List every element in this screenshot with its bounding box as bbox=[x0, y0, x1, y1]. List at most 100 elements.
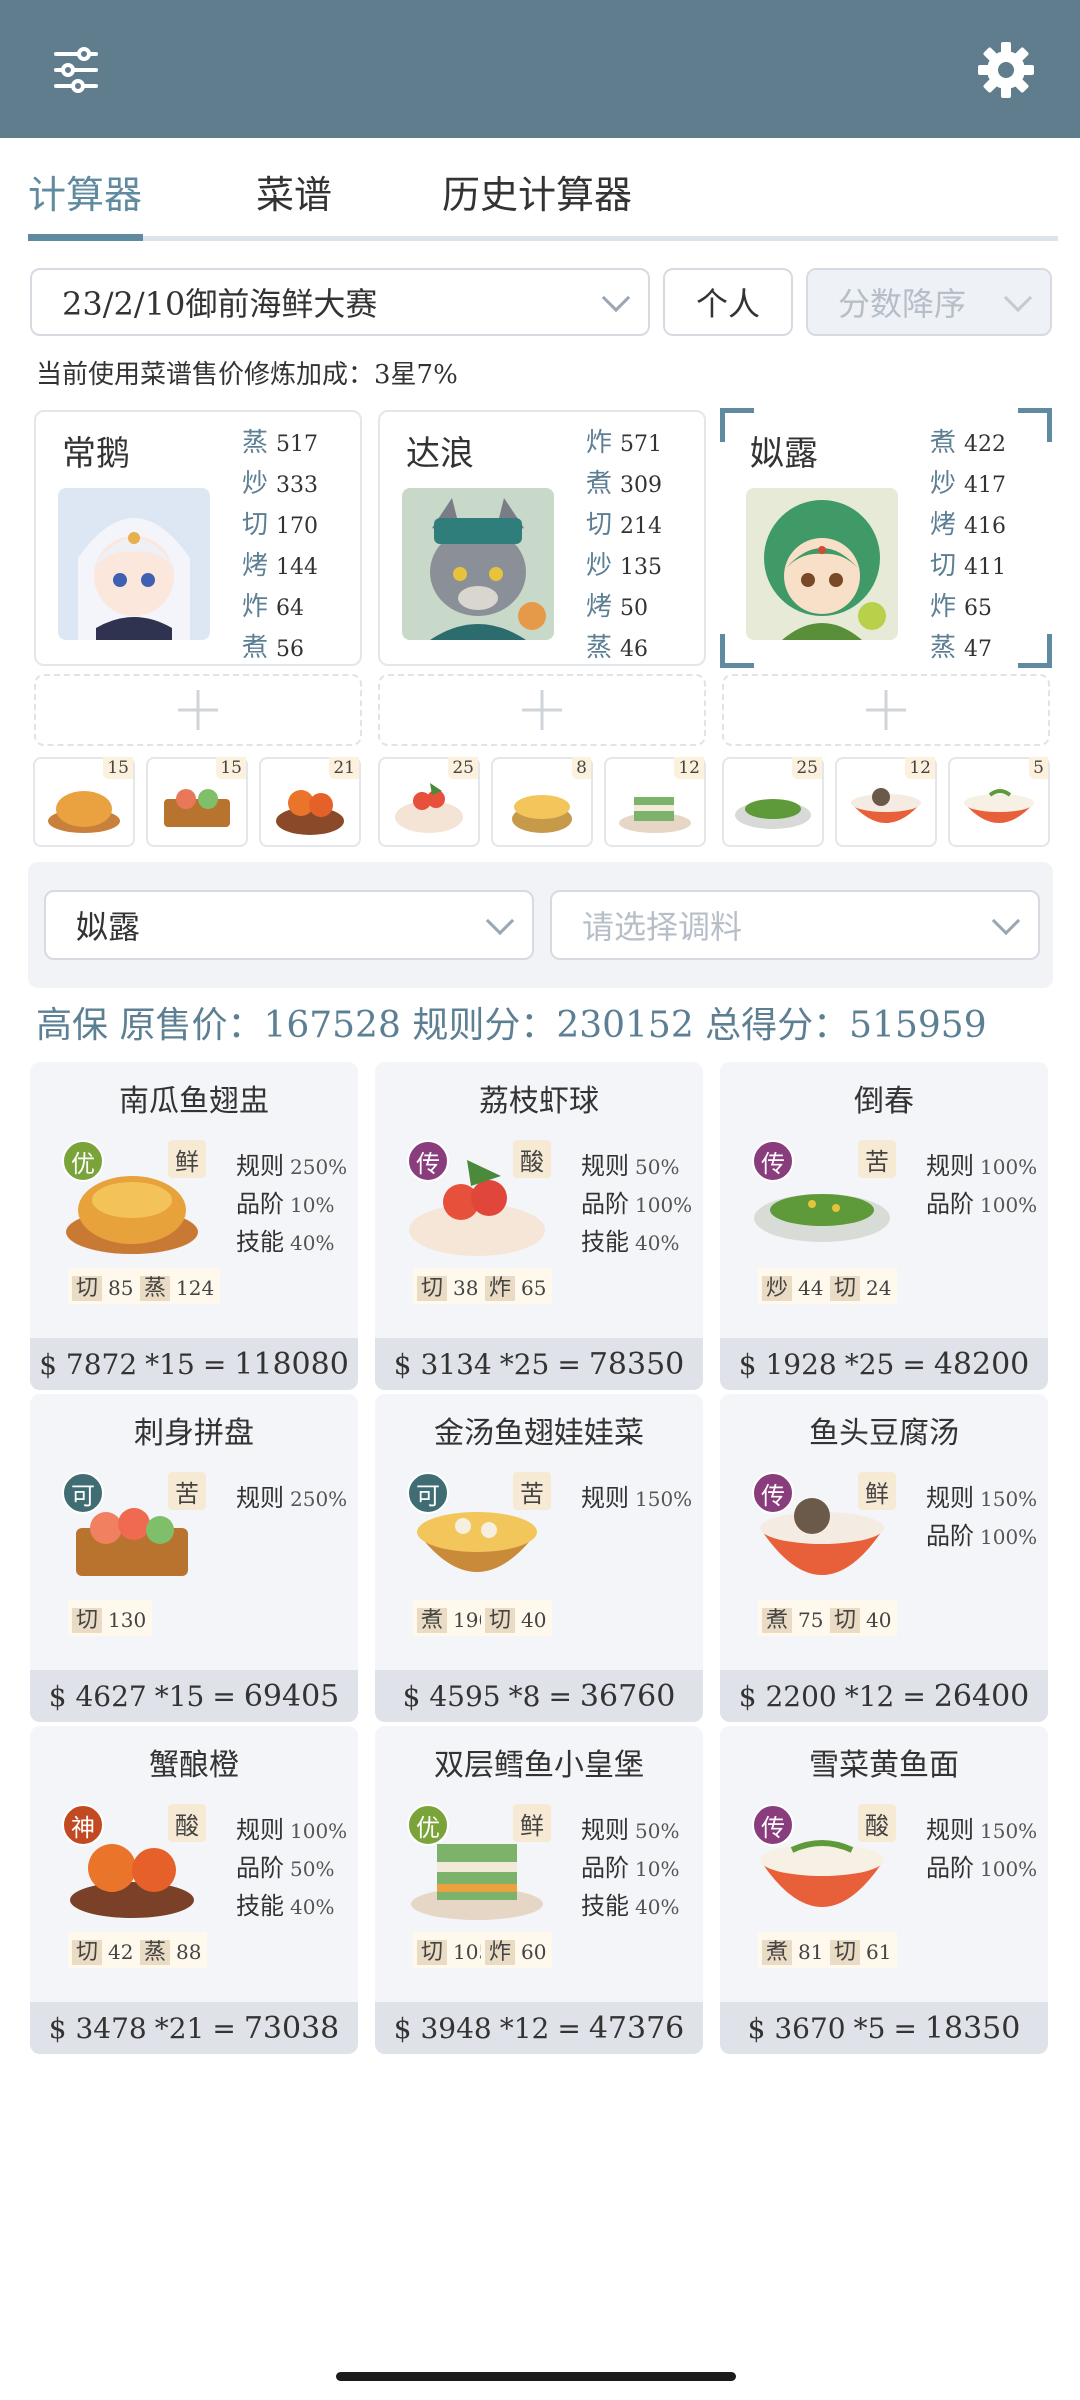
recipe-card[interactable]: 双层鳕鱼小皇堡优鲜规则 50% 品阶 10% 技能 40% 切 105 炸 60 $ 3948 *12… bbox=[375, 1726, 703, 2054]
selection-corner bbox=[720, 634, 754, 668]
tab-recipes[interactable]: 菜谱 bbox=[256, 164, 332, 219]
recipe-card[interactable]: 蟹酿橙神 酸 规则 100% 品阶 50% 技能 40% 切 42 蒸 88 $ 3478 *21 = 730… bbox=[30, 1726, 358, 2054]
quantity: *15 bbox=[145, 1347, 195, 1381]
chef-name: 达浪 bbox=[406, 434, 474, 474]
recipe-card[interactable]: 南瓜鱼翅盅优 鲜 规则 250% 品阶 10% 技能 40% 切 85 蒸 124 $ 7872 *15 =… bbox=[30, 1062, 358, 1390]
rule-line: 规则 250% bbox=[236, 1484, 348, 1512]
rule-line: 技能 40% bbox=[236, 1228, 335, 1256]
chef-select[interactable]: 姒露 bbox=[44, 890, 534, 960]
chef-skill: 烤 144 bbox=[242, 551, 319, 581]
contest-select[interactable]: 23/2/10御前海鲜大赛 bbox=[30, 268, 650, 336]
score-footer: $ 1928 *25 = 48200 bbox=[720, 1338, 1048, 1390]
sort-select[interactable]: 分数降序 bbox=[806, 268, 1052, 336]
skill-requirement: 切 42 bbox=[68, 1932, 140, 1968]
quantity: *5 bbox=[853, 2011, 886, 2045]
dish-count: 12 bbox=[674, 757, 704, 779]
dish-count: 21 bbox=[329, 757, 359, 779]
taste-badge: 酸 bbox=[858, 1804, 896, 1842]
chef-skill: 切 170 bbox=[242, 510, 319, 540]
top-app-bar bbox=[0, 0, 1080, 138]
recipe-title: 荔枝虾球 bbox=[479, 1084, 599, 1119]
score-footer: $ 3478 *21 = 73038 bbox=[30, 2002, 358, 2054]
recipe-title: 倒春 bbox=[854, 1084, 914, 1119]
chef-portrait bbox=[402, 488, 554, 640]
rarity-badge: 优 bbox=[62, 1140, 104, 1182]
rule-line: 规则 100% bbox=[236, 1816, 348, 1844]
taste-badge: 苦 bbox=[858, 1140, 896, 1178]
sliders-icon[interactable] bbox=[44, 38, 108, 102]
add-equipment-button[interactable] bbox=[722, 674, 1050, 746]
skill-requirement: 炒 44 bbox=[758, 1268, 830, 1304]
chef-card-selected[interactable]: 姒露 煮 422 炒 417 烤 416 切 411 炸 65 蒸 47 bbox=[720, 408, 1052, 668]
taste-badge: 鲜 bbox=[168, 1140, 206, 1178]
unit-price: $ 4627 bbox=[48, 1679, 147, 1713]
equals-sign: = bbox=[212, 2011, 236, 2045]
mode-button[interactable]: 个人 bbox=[663, 268, 793, 336]
recipe-card[interactable]: 刺身拼盘可 苦 规则 250% 切 130 $ 4627 *15 = 69405 bbox=[30, 1394, 358, 1722]
chevron-down-icon bbox=[1003, 283, 1033, 313]
tab-history-calculator[interactable]: 历史计算器 bbox=[442, 164, 632, 219]
recipe-card[interactable]: 金汤鱼翅娃娃菜可苦规则 150% 煮 190 切 40 $ 4595 *8 = 36760 bbox=[375, 1394, 703, 1722]
unit-price: $ 1928 bbox=[738, 1347, 837, 1381]
dish-score: 118080 bbox=[234, 1346, 349, 1382]
rule-line: 规则 150% bbox=[926, 1816, 1038, 1844]
recipe-card[interactable]: 倒春传 苦 规则 100% 品阶 100% 炒 44 切 24 $ 1928 *25 = 48200 bbox=[720, 1062, 1048, 1390]
dish-thumbnail[interactable]: 12 bbox=[835, 757, 937, 847]
rule-line: 品阶 100% bbox=[581, 1190, 693, 1218]
seasoning-select[interactable]: 请选择调料 bbox=[550, 890, 1040, 960]
rule-line: 规则 50% bbox=[581, 1816, 680, 1844]
chef-skill: 煮 422 bbox=[930, 428, 1007, 458]
taste-badge: 苦 bbox=[513, 1472, 551, 1510]
add-equipment-button[interactable] bbox=[34, 674, 362, 746]
chef-skill: 炒 135 bbox=[586, 551, 663, 581]
quantity: *12 bbox=[499, 2011, 550, 2045]
chef-skill: 炒 417 bbox=[930, 469, 1007, 499]
selection-corner bbox=[1018, 408, 1052, 442]
mode-label: 个人 bbox=[695, 285, 760, 323]
recipe-card[interactable]: 荔枝虾球传 酸 规则 50% 品阶 100% 技能 40% 切 38 炸 65 $ 3134 *25 = 78… bbox=[375, 1062, 703, 1390]
dish-score: 26400 bbox=[933, 1678, 1030, 1714]
dish-thumbnail[interactable]: 25 bbox=[378, 757, 480, 847]
chef-card[interactable]: 达浪 炸 571 煮 309 切 214 炒 135 烤 50 蒸 46 bbox=[378, 410, 706, 666]
chef-skill: 蒸 46 bbox=[586, 633, 649, 663]
skill-requirement: 切 38 bbox=[413, 1268, 485, 1304]
recipe-card[interactable]: 鱼头豆腐汤传 鲜 规则 150% 品阶 100% 煮 75 切 40 $ 2200 *12 = 26400 bbox=[720, 1394, 1048, 1722]
home-indicator[interactable] bbox=[336, 2372, 736, 2381]
chef-name: 常鹅 bbox=[62, 434, 130, 474]
rule-line: 品阶 10% bbox=[581, 1854, 680, 1882]
dish-thumbnail[interactable]: 21 bbox=[259, 757, 361, 847]
dish-thumbnail[interactable]: 5 bbox=[948, 757, 1050, 847]
chevron-down-icon bbox=[601, 283, 631, 313]
tab-calculator[interactable]: 计算器 bbox=[28, 164, 142, 219]
chevron-down-icon bbox=[485, 906, 515, 936]
dish-thumbnail[interactable]: 15 bbox=[146, 757, 248, 847]
dish-score: 36760 bbox=[579, 1678, 676, 1714]
dish-thumbnail[interactable]: 12 bbox=[604, 757, 706, 847]
contest-select-value: 23/2/10御前海鲜大赛 bbox=[62, 285, 378, 323]
chef-name: 姒露 bbox=[750, 434, 818, 474]
quantity: *25 bbox=[499, 1347, 550, 1381]
rarity-badge: 可 bbox=[62, 1472, 104, 1514]
chef-card[interactable]: 常鹅 蒸 517 炒 333 切 170 烤 144 炸 64 煮 56 bbox=[34, 410, 362, 666]
add-equipment-button[interactable] bbox=[378, 674, 706, 746]
recipe-card[interactable]: 雪菜黄鱼面传 酸 规则 150% 品阶 100% 煮 81 切 61 $ 3670 *5 = 18350 bbox=[720, 1726, 1048, 2054]
unit-price: $ 3670 bbox=[747, 2011, 846, 2045]
equals-sign: = bbox=[212, 1679, 236, 1713]
sort-select-placeholder: 分数降序 bbox=[838, 285, 967, 323]
dish-count: 8 bbox=[572, 757, 591, 779]
dish-thumbnail[interactable]: 8 bbox=[491, 757, 593, 847]
dish-score: 78350 bbox=[588, 1346, 685, 1382]
recipe-title: 南瓜鱼翅盅 bbox=[119, 1084, 269, 1119]
score-summary: 高保 原售价：167528 规则分：230152 总得分：515959 bbox=[36, 1005, 987, 1046]
taste-badge: 鲜 bbox=[513, 1804, 551, 1842]
dish-thumbnail[interactable]: 15 bbox=[33, 757, 135, 847]
recipe-title: 鱼头豆腐汤 bbox=[809, 1416, 959, 1451]
dish-count: 15 bbox=[216, 757, 246, 779]
score-footer: $ 4595 *8 = 36760 bbox=[375, 1670, 703, 1722]
dish-thumbnail[interactable]: 25 bbox=[722, 757, 824, 847]
tab-bar: 计算器 菜谱 历史计算器 bbox=[28, 150, 1058, 240]
rarity-badge: 传 bbox=[752, 1140, 794, 1182]
score-footer: $ 7872 *15 = 118080 bbox=[30, 1338, 358, 1390]
gear-icon[interactable] bbox=[974, 38, 1038, 102]
tab-active-indicator bbox=[28, 234, 143, 241]
